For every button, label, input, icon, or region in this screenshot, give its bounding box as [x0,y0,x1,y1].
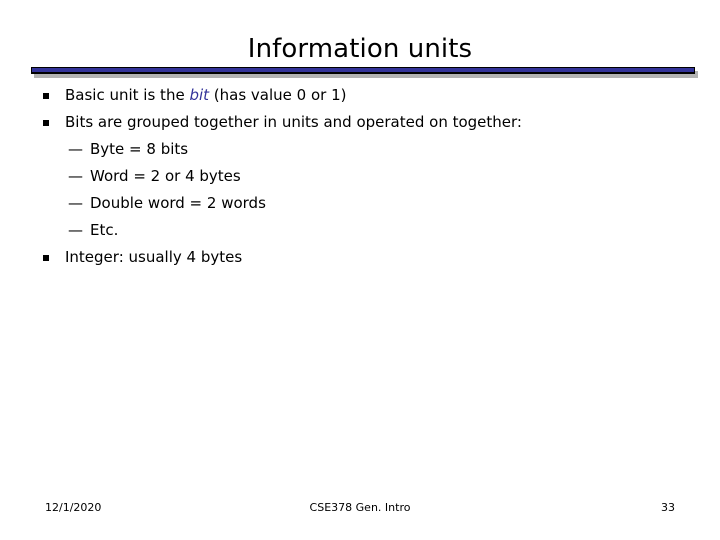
title-underline-rule [31,67,698,78]
footer-course-label: CSE378 Gen. Intro [309,501,411,514]
slide-footer: 12/1/2020 CSE378 Gen. Intro 33 [0,501,720,521]
title-underline-fill [32,68,694,72]
list-item-label: Integer: usually 4 bytes [65,248,243,266]
list-item: — Byte = 8 bits [0,136,720,163]
list-item-label: Etc. [90,221,119,239]
list-item-text-before: Basic unit is the [65,86,190,104]
list-item: Integer: usually 4 bytes [0,244,720,271]
list-item: — Word = 2 or 4 bytes [0,163,720,190]
list-item-label: Bits are grouped together in units and o… [65,113,522,131]
title-underline-outline [31,67,695,74]
list-item: Bits are grouped together in units and o… [0,109,720,136]
list-item-text-after: (has value 0 or 1) [209,86,347,104]
list-item: Basic unit is the bit (has value 0 or 1) [0,82,720,109]
list-item-label: Word = 2 or 4 bytes [90,167,241,185]
em-dash-icon: — [68,167,83,185]
bullet-list: Basic unit is the bit (has value 0 or 1)… [0,82,720,271]
em-dash-icon: — [68,140,83,158]
em-dash-icon: — [68,221,83,239]
list-item: — Etc. [0,217,720,244]
list-item: — Double word = 2 words [0,190,720,217]
list-item-label: Byte = 8 bits [90,140,189,158]
page-title: Information units [247,34,473,64]
list-item-label: Basic unit is the bit (has value 0 or 1) [65,82,347,109]
em-dash-icon: — [68,194,83,212]
list-item-label: Double word = 2 words [90,194,266,212]
slide-canvas: Information units Basic unit is the bit … [0,0,720,540]
footer-page-number: 33 [661,501,675,514]
emphasis-bit: bit [189,86,210,104]
